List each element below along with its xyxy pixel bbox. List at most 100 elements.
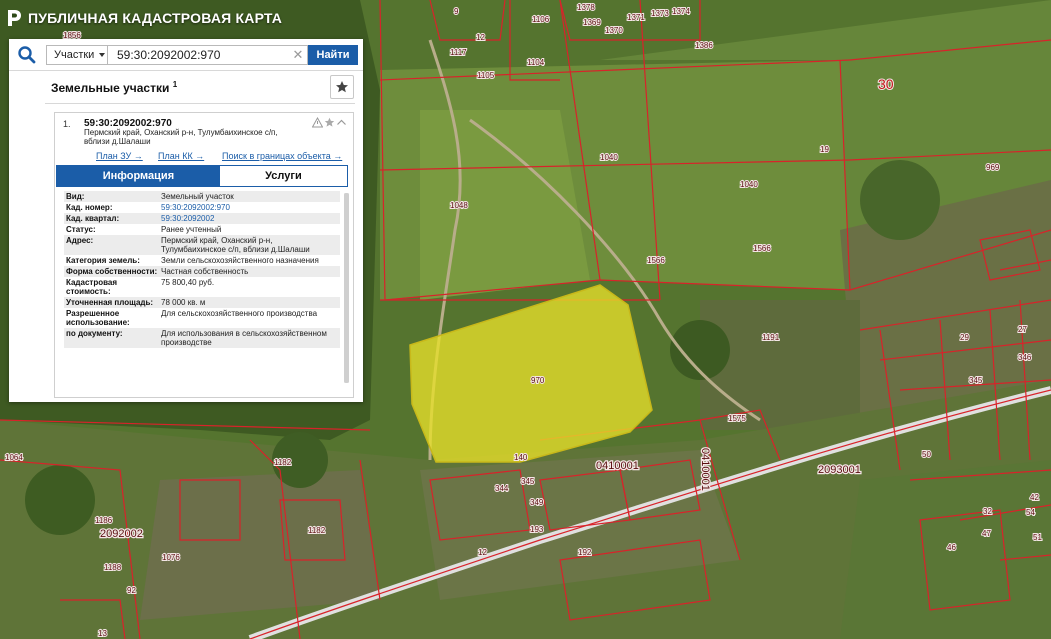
parcel-label: 1040	[740, 180, 758, 189]
parcel-label: 1191	[762, 333, 780, 342]
search-icon[interactable]	[17, 45, 37, 65]
info-key: Кад. номер:	[66, 203, 113, 212]
parcel-label: 349	[530, 498, 544, 507]
results-count: 1	[172, 80, 178, 89]
parcel-label: 50	[922, 450, 931, 459]
parcel-label: 47	[982, 529, 991, 538]
info-row-area: Уточненная площадь: 78 000 кв. м	[64, 297, 340, 308]
info-row-address: Адрес: Пермский край, Оханский р-н, Тулу…	[64, 235, 340, 255]
parcel-label: 1371	[627, 13, 645, 22]
parcel-label: 1048	[450, 201, 468, 210]
warning-icon[interactable]	[312, 116, 323, 128]
result-address: Пермский край, Оханский р-н, Тулумбаихин…	[84, 128, 278, 146]
parcel-label: 1106	[532, 15, 550, 24]
parcel-label: 32	[983, 507, 992, 516]
info-key: Разрешенное использование:	[66, 309, 130, 327]
parcel-label: 1040	[600, 153, 618, 162]
section-title-text: Земельные участки	[51, 81, 170, 95]
plan-zu-link[interactable]: План ЗУ →	[96, 151, 143, 161]
parcel-label: 1182	[274, 458, 292, 467]
info-value: Для сельскохозяйственного производства	[161, 309, 318, 318]
info-value: Для использования в сельскохозяйственном…	[161, 329, 327, 347]
parcel-label: 1105	[477, 71, 495, 80]
chevron-down-icon	[99, 53, 106, 57]
info-key: Статус:	[66, 225, 96, 234]
info-row-status: Статус: Ранее учтенный	[64, 224, 340, 235]
info-key: Уточненная площадь:	[66, 298, 154, 307]
info-table: Вид: Земельный участок Кад. номер: 59:30…	[64, 191, 340, 395]
parcel-label: 346	[1018, 353, 1032, 362]
info-value-link[interactable]: 59:30:2092002:970	[161, 203, 339, 212]
info-key: Форма собственности:	[66, 267, 158, 276]
star-icon	[336, 81, 348, 93]
info-value: Пермский край, Оханский р-н, Тулумбаихин…	[161, 236, 310, 254]
search-in-bounds-link[interactable]: Поиск в границах объекта →	[222, 151, 342, 161]
quarter-label: 0410001	[596, 460, 639, 472]
parcel-label: 1104	[527, 58, 545, 67]
favorite-button[interactable]	[330, 75, 354, 99]
info-row-cadastral-quarter: Кад. квартал: 59:30:2092002	[64, 213, 340, 224]
parcel-label: 1076	[162, 553, 180, 562]
parcel-label: 54	[1026, 508, 1035, 517]
tab-services[interactable]: Услуги	[219, 166, 347, 186]
parcel-label: 12	[476, 33, 485, 42]
map-application: 970 30 2092002 2093001 0410001 0410001 9…	[0, 0, 1051, 639]
selected-parcel-label: 970	[531, 376, 545, 385]
info-key: Кадастровая стоимость:	[66, 278, 118, 296]
info-value: 78 000 кв. м	[161, 298, 206, 307]
parcel-label: 1374	[672, 7, 690, 16]
app-brand[interactable]: ПУБЛИЧНАЯ КАДАСТРОВАЯ КАРТА	[6, 9, 282, 27]
info-row-by-document: по документу: Для использования в сельск…	[64, 328, 340, 348]
rosreestr-logo-icon	[8, 10, 21, 26]
clear-icon[interactable]: ✕	[289, 45, 307, 65]
info-tabs: Информация Услуги	[56, 165, 348, 187]
parcel-label: 1566	[753, 244, 771, 253]
parcel-label: 42	[1030, 493, 1039, 502]
search-button[interactable]: Найти	[308, 45, 358, 65]
search-panel: Участки 59:30:2092002:970 ✕ Найти Земель…	[9, 39, 363, 402]
parcel-label: 1378	[577, 3, 595, 12]
result-card: 1. 59:30:2092002:970 Пермский край, Охан…	[54, 112, 354, 398]
parcel-label: 1566	[647, 256, 665, 265]
parcel-label: 92	[127, 586, 136, 595]
info-row-cadastral-number: Кад. номер: 59:30:2092002:970	[64, 202, 340, 213]
quarter-label: 0410001	[699, 448, 711, 491]
search-type-label: Участки	[54, 49, 95, 61]
parcel-label: 19	[820, 145, 829, 154]
info-value-link[interactable]: 59:30:2092002	[161, 214, 339, 223]
plan-kk-link[interactable]: План КК →	[158, 151, 204, 161]
info-row-ownership: Форма собственности: Частная собственнос…	[64, 266, 340, 277]
info-value: Земли сельскохозяйственного назначения	[161, 256, 319, 265]
info-row-permitted-use: Разрешенное использование: Для сельскохо…	[64, 308, 340, 328]
parcel-label: 192	[578, 548, 592, 557]
parcel-label: 1373	[651, 9, 669, 18]
field-area	[840, 460, 1051, 639]
search-input[interactable]: 59:30:2092002:970	[108, 45, 308, 65]
search-type-select[interactable]: Участки	[46, 45, 108, 65]
app-title: ПУБЛИЧНАЯ КАДАСТРОВАЯ КАРТА	[28, 10, 283, 26]
divider	[45, 103, 355, 104]
parcel-label: 1064	[5, 453, 23, 462]
result-actions	[312, 116, 352, 128]
section-title: Земельные участки 1	[51, 80, 177, 95]
parcel-label: 345	[521, 477, 535, 486]
parcel-label: 1188	[104, 563, 122, 572]
star-icon[interactable]	[324, 117, 335, 128]
parcel-label: 46	[947, 543, 956, 552]
info-key: Кад. квартал:	[66, 214, 120, 223]
info-row-type: Вид: Земельный участок	[64, 191, 340, 202]
scrollbar-thumb[interactable]	[344, 193, 349, 383]
search-bar: Участки 59:30:2092002:970 ✕ Найти	[9, 39, 363, 71]
parcel-label: 140	[514, 453, 528, 462]
parcel-label: 193	[530, 525, 544, 534]
tree-cluster	[25, 465, 95, 535]
chevron-up-icon[interactable]	[336, 117, 347, 128]
info-row-land-category: Категория земель: Земли сельскохозяйстве…	[64, 255, 340, 266]
parcel-label: 1386	[695, 41, 713, 50]
parcel-label: 969	[986, 163, 1000, 172]
tree-cluster	[860, 160, 940, 240]
tab-info[interactable]: Информация	[57, 166, 220, 186]
parcel-label: 1186	[95, 516, 113, 525]
parcel-label: 1575	[728, 414, 746, 423]
parcel-label: 1182	[308, 526, 326, 535]
